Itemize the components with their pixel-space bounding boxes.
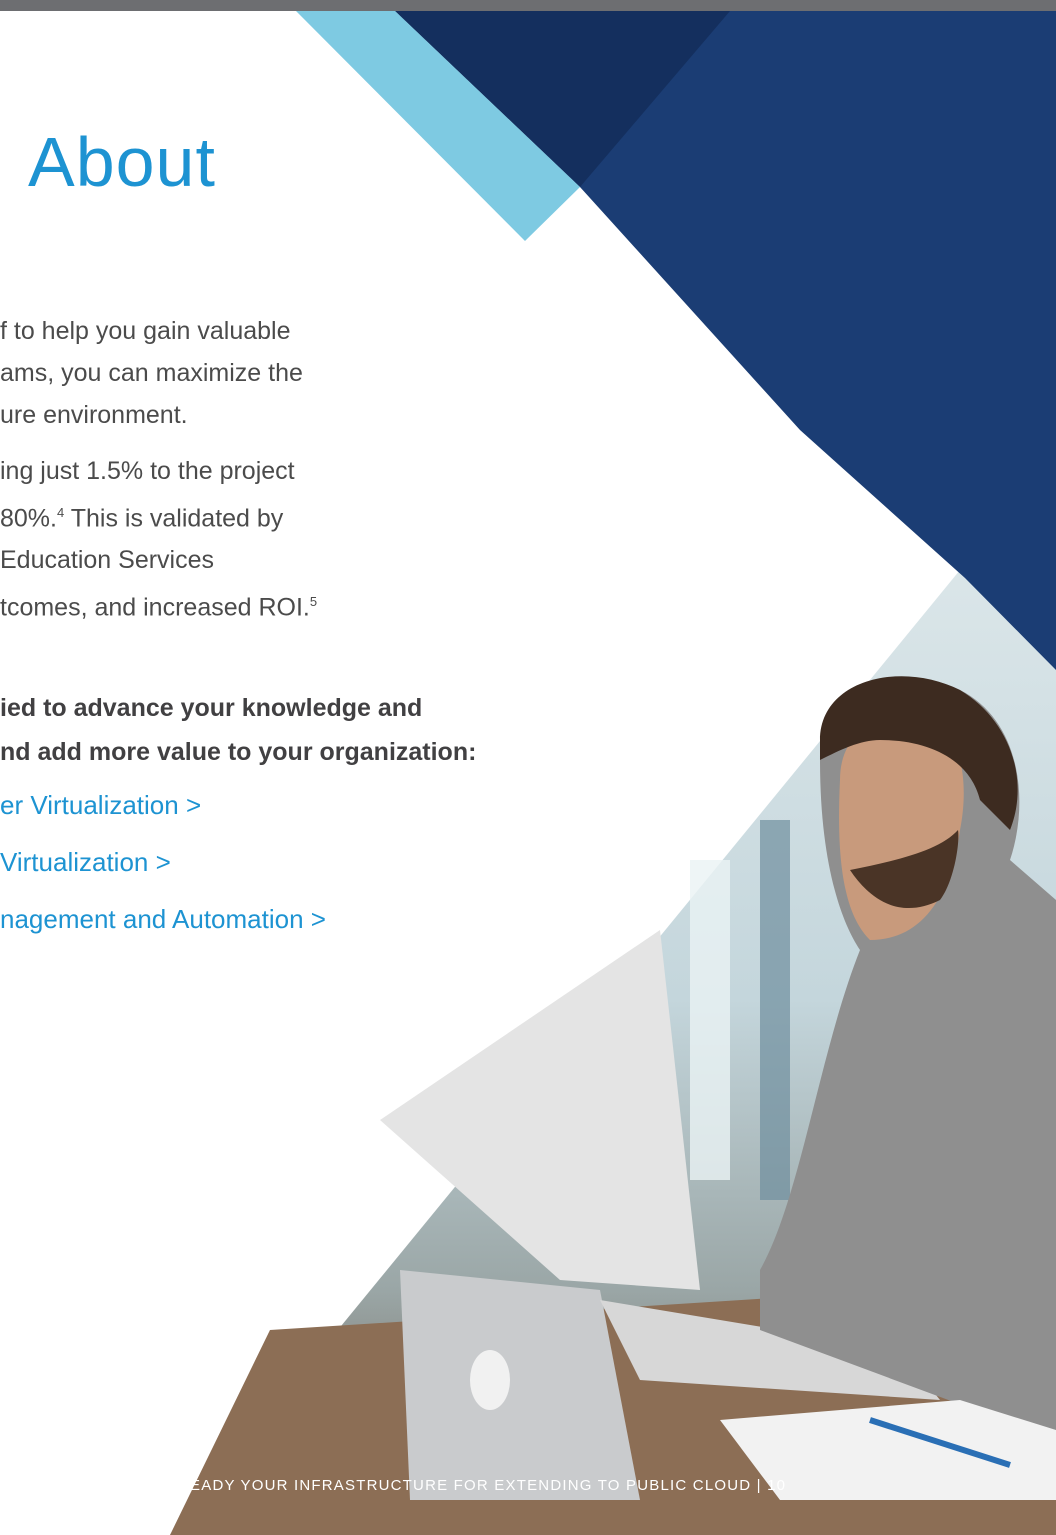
link-data-center-virtualization[interactable]: er Virtualization > [0, 783, 326, 840]
window-panel [690, 860, 730, 1180]
page-title: About [28, 123, 216, 201]
paragraph-line: tcomes, and increased ROI. [0, 593, 310, 622]
laptop-logo [470, 1350, 510, 1410]
window-panel [760, 820, 790, 1200]
paragraph-line: Education Services [0, 546, 215, 575]
paragraph-line: 80%. [0, 504, 57, 533]
paragraph-line: ams, you can maximize the [0, 359, 303, 387]
paragraph-line: ing just 1.5% to the project [0, 457, 295, 485]
top-bar [0, 0, 1056, 11]
lead-text: ied to advance your knowledge and nd add… [0, 686, 476, 774]
page-footer: READY YOUR INFRASTRUCTURE FOR EXTENDING … [178, 1477, 787, 1494]
roi-paragraph: ing just 1.5% to the project 80%.4 This … [0, 450, 317, 629]
course-links: er Virtualization > Virtualization > nag… [0, 783, 326, 954]
lead-line: nd add more value to your organization: [0, 738, 477, 766]
intro-paragraph: f to help you gain valuable ams, you can… [0, 310, 303, 436]
link-cloud-management-automation[interactable]: nagement and Automation > [0, 897, 326, 954]
paragraph-line: ure environment. [0, 401, 188, 429]
paragraph-line: f to help you gain valuable [0, 317, 291, 345]
link-network-virtualization[interactable]: Virtualization > [0, 840, 326, 897]
paragraph-line: This is validated by [64, 504, 284, 533]
lead-line: ied to advance your knowledge and [0, 694, 423, 722]
footnote-ref[interactable]: 5 [310, 594, 317, 609]
